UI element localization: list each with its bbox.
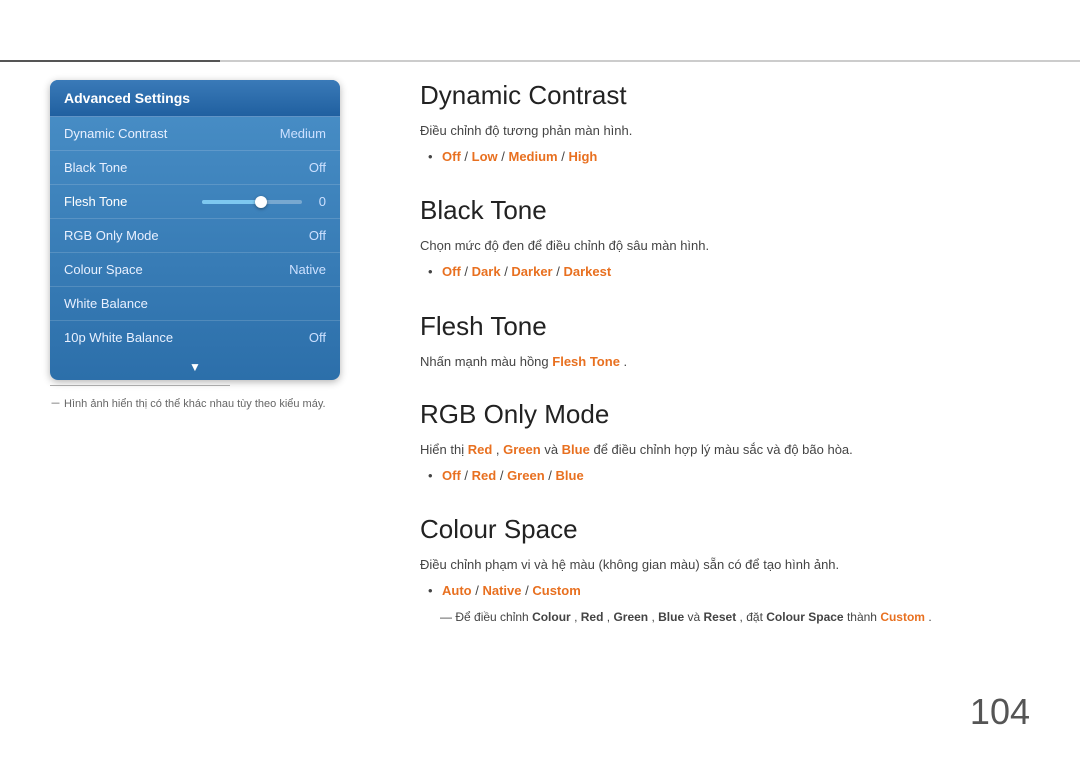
sidebar-item-rgb-only-mode[interactable]: RGB Only Mode Off bbox=[50, 219, 340, 253]
sub-note-text: , đặt bbox=[740, 610, 767, 624]
option-sep: / bbox=[464, 264, 471, 279]
sidebar-item-10p-white-balance[interactable]: 10p White Balance Off bbox=[50, 321, 340, 354]
desc-blue: Blue bbox=[562, 442, 590, 457]
option-custom: Custom bbox=[532, 583, 580, 598]
sidebar-item-label: White Balance bbox=[64, 296, 148, 311]
sub-note-colour: Colour bbox=[532, 610, 571, 624]
list-item: Off / Dark / Darker / Darkest bbox=[428, 262, 1030, 283]
desc-green: Green bbox=[503, 442, 541, 457]
option-native: Native bbox=[482, 583, 521, 598]
sub-note-green: Green bbox=[613, 610, 648, 624]
section-title-black-tone: Black Tone bbox=[420, 195, 1030, 226]
sub-note-sep: , bbox=[574, 610, 581, 624]
desc-highlight-flesh-tone: Flesh Tone bbox=[552, 354, 620, 369]
option-off: Off bbox=[442, 149, 461, 164]
option-auto: Auto bbox=[442, 583, 472, 598]
option-sep: / bbox=[501, 149, 508, 164]
desc-text-after: . bbox=[624, 354, 628, 369]
advanced-settings-box: Advanced Settings Dynamic Contrast Mediu… bbox=[50, 80, 340, 380]
desc-red: Red bbox=[468, 442, 493, 457]
sidebar-item-value: Native bbox=[289, 262, 326, 277]
flesh-tone-slider-track[interactable] bbox=[202, 200, 302, 204]
sub-note-text: thành bbox=[847, 610, 880, 624]
left-panel: Advanced Settings Dynamic Contrast Mediu… bbox=[50, 80, 340, 380]
sidebar-item-label: Dynamic Contrast bbox=[64, 126, 167, 141]
option-off: Off bbox=[442, 264, 461, 279]
list-item: Auto / Native / Custom bbox=[428, 581, 1030, 602]
right-content: Dynamic Contrast Điều chỉnh độ tương phả… bbox=[420, 80, 1030, 626]
desc-text: và bbox=[544, 442, 561, 457]
sidebar-item-label: Flesh Tone bbox=[64, 194, 127, 209]
sub-note-blue: Blue bbox=[658, 610, 684, 624]
footnote-text: － Hình ảnh hiển thị có thể khác nhau tùy… bbox=[50, 395, 326, 411]
top-bar-light bbox=[220, 60, 1080, 62]
desc-text-before: Nhấn mạnh màu hồng bbox=[420, 354, 552, 369]
option-sep: / bbox=[464, 149, 471, 164]
footnote-divider bbox=[50, 385, 230, 386]
section-title-colour-space: Colour Space bbox=[420, 514, 1030, 545]
sub-note-custom: Custom bbox=[880, 610, 925, 624]
sidebar-item-label: 10p White Balance bbox=[64, 330, 173, 345]
sub-note-colour-space: Colour Space bbox=[766, 610, 843, 624]
section-desc-dynamic-contrast: Điều chỉnh độ tương phản màn hình. bbox=[420, 121, 1030, 141]
slider-thumb bbox=[255, 196, 267, 208]
list-item: Off / Red / Green / Blue bbox=[428, 466, 1030, 487]
sub-note-period: . bbox=[928, 610, 931, 624]
sidebar-item-value: Off bbox=[309, 330, 326, 345]
advanced-settings-title: Advanced Settings bbox=[50, 80, 340, 117]
sub-note-red: Red bbox=[581, 610, 604, 624]
option-sep: / bbox=[500, 468, 507, 483]
option-green: Green bbox=[507, 468, 545, 483]
option-blue: Blue bbox=[556, 468, 584, 483]
section-title-flesh-tone: Flesh Tone bbox=[420, 311, 1030, 342]
sidebar-item-black-tone[interactable]: Black Tone Off bbox=[50, 151, 340, 185]
sidebar-item-value: Medium bbox=[280, 126, 326, 141]
sidebar-item-label: Black Tone bbox=[64, 160, 127, 175]
scroll-down-arrow[interactable]: ▼ bbox=[50, 354, 340, 380]
sub-note-text: và bbox=[688, 610, 704, 624]
desc-text: Hiển thị bbox=[420, 442, 468, 457]
options-list-colour-space: Auto / Native / Custom bbox=[420, 581, 1030, 602]
sidebar-item-flesh-tone[interactable]: Flesh Tone 0 bbox=[50, 185, 340, 219]
desc-text: để điều chỉnh hợp lý màu sắc và độ bão h… bbox=[593, 442, 852, 457]
options-list-black-tone: Off / Dark / Darker / Darkest bbox=[420, 262, 1030, 283]
option-off: Off bbox=[442, 468, 461, 483]
section-desc-black-tone: Chọn mức độ đen để điều chỉnh độ sâu màn… bbox=[420, 236, 1030, 256]
section-title-rgb-only-mode: RGB Only Mode bbox=[420, 399, 1030, 430]
list-item: Off / Low / Medium / High bbox=[428, 147, 1030, 168]
sidebar-item-label: RGB Only Mode bbox=[64, 228, 159, 243]
section-desc-colour-space: Điều chỉnh phạm vi và hệ màu (không gian… bbox=[420, 555, 1030, 575]
sidebar-item-dynamic-contrast[interactable]: Dynamic Contrast Medium bbox=[50, 117, 340, 151]
slider-fill bbox=[202, 200, 257, 204]
option-darker: Darker bbox=[511, 264, 552, 279]
option-darkest: Darkest bbox=[563, 264, 611, 279]
option-sep: / bbox=[464, 468, 471, 483]
sidebar-item-colour-space[interactable]: Colour Space Native bbox=[50, 253, 340, 287]
colour-space-sub-note: Để điều chỉnh Colour , Red , Green , Blu… bbox=[420, 608, 1030, 626]
option-red: Red bbox=[472, 468, 497, 483]
flesh-tone-value: 0 bbox=[310, 194, 326, 209]
sidebar-item-value: Off bbox=[309, 160, 326, 175]
option-high: High bbox=[568, 149, 597, 164]
sub-note-text: Để điều chỉnh bbox=[455, 610, 532, 624]
option-dark: Dark bbox=[472, 264, 501, 279]
sub-note-reset: Reset bbox=[704, 610, 737, 624]
page-number: 104 bbox=[970, 691, 1030, 733]
sidebar-item-value: Off bbox=[309, 228, 326, 243]
option-sep: / bbox=[548, 468, 555, 483]
top-bar-dark bbox=[0, 60, 220, 62]
options-list-dynamic-contrast: Off / Low / Medium / High bbox=[420, 147, 1030, 168]
top-bar bbox=[0, 60, 1080, 62]
option-medium: Medium bbox=[509, 149, 558, 164]
section-desc-flesh-tone: Nhấn mạnh màu hồng Flesh Tone . bbox=[420, 352, 1030, 372]
option-low: Low bbox=[472, 149, 498, 164]
section-title-dynamic-contrast: Dynamic Contrast bbox=[420, 80, 1030, 111]
options-list-rgb-only-mode: Off / Red / Green / Blue bbox=[420, 466, 1030, 487]
sidebar-item-label: Colour Space bbox=[64, 262, 143, 277]
sidebar-item-white-balance[interactable]: White Balance bbox=[50, 287, 340, 321]
section-desc-rgb-only-mode: Hiển thị Red , Green và Blue để điều chỉ… bbox=[420, 440, 1030, 460]
